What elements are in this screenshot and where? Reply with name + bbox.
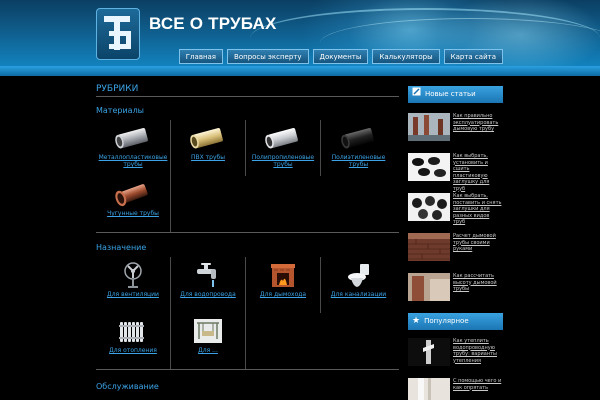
insulation-photo	[408, 338, 450, 366]
category-chimney[interactable]: Для дымохода	[246, 257, 321, 313]
category-ventilation[interactable]: Для вентиляции	[96, 257, 171, 313]
list-item[interactable]: Как правильно эксплуатировать дымовую тр…	[408, 113, 503, 146]
pipe-caps-photo	[408, 193, 450, 221]
nav-home[interactable]: Главная	[178, 49, 224, 64]
plastic-caps-photo	[408, 153, 450, 181]
section-title-maintenance[interactable]: Обслуживание	[96, 382, 399, 394]
category-label: Металлопластиковые трубы	[98, 154, 168, 168]
popular-list: Как утеплить водопроводную трубу: вариан…	[408, 338, 503, 400]
list-item[interactable]: Как рассчитать высоту дымовой трубы	[408, 273, 503, 306]
white-pipe-icon	[261, 124, 305, 152]
category-label: Для дымохода	[259, 291, 307, 298]
swing-icon	[186, 317, 230, 345]
category-cast-iron[interactable]: Чугунные трубы	[96, 176, 171, 232]
nav-documents[interactable]: Документы	[312, 49, 369, 64]
chimney-calc-photo	[408, 233, 450, 261]
nav-calculators[interactable]: Калькуляторы	[372, 49, 440, 64]
category-polyethylene[interactable]: Полиэтиленовые трубы	[321, 120, 396, 176]
category-pvc[interactable]: ПВХ трубы	[171, 120, 246, 176]
new-articles-title: Новые статьи	[425, 90, 476, 98]
page-title: РУБРИКИ	[96, 84, 399, 97]
category-label: Полипропиленовые трубы	[251, 154, 315, 168]
chimney-height-photo	[408, 273, 450, 301]
category-label: Для вентиляции	[107, 291, 159, 298]
beige-pipe-icon	[186, 124, 230, 152]
article-link: Как выбрать, поставить и снять заглушки …	[453, 193, 502, 225]
toilet-icon	[337, 261, 381, 289]
category-polypropylene[interactable]: Полипропиленовые трубы	[246, 120, 321, 176]
category-label: Для канализации	[330, 291, 387, 298]
category-label: Для ...	[198, 347, 218, 354]
nav-expert-questions[interactable]: Вопросы эксперту	[227, 49, 309, 64]
black-pipe-icon	[337, 124, 381, 152]
hiding-pipes-photo	[408, 378, 450, 400]
list-item[interactable]: Как утеплить водопроводную трубу: вариан…	[408, 338, 503, 371]
list-item[interactable]: Как выбрать, поставить и снять заглушки …	[408, 193, 503, 226]
nav-sitemap[interactable]: Карта сайта	[443, 49, 503, 64]
article-link: С помощью чего и как опрятать	[453, 378, 502, 391]
purpose-grid: Для вентиляции Для водопровода Для дымох…	[96, 257, 399, 370]
article-link: Как правильно эксплуатировать дымовую тр…	[453, 113, 499, 132]
main-content: РУБРИКИ Материалы Металлопластиковые тру…	[96, 84, 399, 394]
category-label: Для водопровода	[180, 291, 236, 298]
category-other[interactable]: Для ...	[171, 313, 246, 369]
article-link: Расчет дымовой трубы своими руками	[453, 233, 496, 252]
category-label: Чугунные трубы	[107, 210, 159, 217]
new-articles-header: Новые статьи	[408, 86, 503, 103]
category-label: Полиэтиленовые трубы	[331, 154, 386, 168]
chimney-photo	[408, 113, 450, 141]
sidebar: Новые статьи Как правильно эксплуатирова…	[408, 86, 503, 400]
header-band	[0, 66, 600, 76]
category-heating[interactable]: Для отопления	[96, 313, 171, 369]
category-label: Для отопления	[109, 347, 157, 354]
faucet-icon	[186, 261, 230, 289]
site-header: ВСЕ О ТРУБАХ Главная Вопросы эксперту До…	[0, 0, 600, 66]
popular-header: ★ Популярное	[408, 313, 503, 330]
pencil-icon	[412, 86, 421, 103]
article-link: Как рассчитать высоту дымовой трубы	[453, 273, 497, 292]
popular-title: Популярное	[424, 317, 469, 325]
list-item[interactable]: Как выбрать, установить и сшить пластико…	[408, 153, 503, 192]
list-item[interactable]: Расчет дымовой трубы своими руками	[408, 233, 503, 266]
article-link: Как выбрать, установить и сшить пластико…	[453, 153, 490, 192]
article-link: Как утеплить водопроводную трубу: вариан…	[453, 338, 497, 364]
fireplace-icon	[261, 261, 305, 289]
fan-icon	[111, 261, 155, 289]
star-icon: ★	[412, 316, 421, 326]
site-title[interactable]: ВСЕ О ТРУБАХ	[149, 14, 277, 34]
radiator-icon	[111, 317, 155, 345]
silver-pipe-icon	[111, 124, 155, 152]
category-metal-plastic[interactable]: Металлопластиковые трубы	[96, 120, 171, 176]
category-label: ПВХ трубы	[191, 154, 225, 161]
new-articles-list: Как правильно эксплуатировать дымовую тр…	[408, 113, 503, 306]
pipe-logo-icon[interactable]	[96, 8, 140, 60]
section-title-purpose[interactable]: Назначение	[96, 243, 399, 255]
list-item[interactable]: С помощью чего и как опрятать	[408, 378, 503, 400]
top-nav: Главная Вопросы эксперту Документы Кальк…	[178, 49, 503, 64]
materials-grid: Металлопластиковые трубы ПВХ трубы Полип…	[96, 120, 399, 233]
cast-iron-pipe-icon	[111, 180, 155, 208]
category-water-supply[interactable]: Для водопровода	[171, 257, 246, 313]
category-sewer[interactable]: Для канализации	[321, 257, 396, 313]
section-title-materials[interactable]: Материалы	[96, 106, 399, 118]
